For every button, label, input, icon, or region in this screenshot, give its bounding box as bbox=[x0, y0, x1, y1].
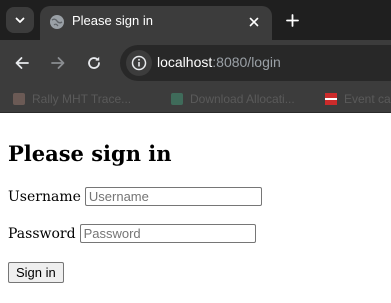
password-row: Password bbox=[8, 224, 256, 243]
address-url[interactable]: localhost:8080/login bbox=[157, 54, 281, 70]
site-info-button[interactable] bbox=[126, 50, 152, 76]
tab-strip: Please sign in bbox=[0, 0, 391, 40]
bookmark-item[interactable]: Download Allocati... bbox=[170, 92, 295, 106]
bookmark-favicon-icon bbox=[171, 93, 183, 105]
tab-search-button[interactable] bbox=[6, 7, 34, 33]
close-icon bbox=[249, 17, 259, 27]
bookmark-item[interactable]: Event ca... bbox=[324, 92, 391, 106]
username-label: Username bbox=[8, 188, 81, 205]
info-icon bbox=[131, 55, 147, 71]
browser-toolbar: localhost:8080/login bbox=[0, 40, 391, 86]
plus-icon bbox=[285, 13, 299, 27]
bookmarks-bar: Rally MHT Trace... Download Allocati... … bbox=[0, 86, 391, 113]
tab-title: Please sign in bbox=[72, 13, 153, 28]
username-row: Username bbox=[8, 187, 262, 206]
reload-button[interactable] bbox=[83, 52, 105, 74]
chevron-down-icon bbox=[15, 17, 25, 23]
password-input[interactable] bbox=[79, 224, 256, 243]
tab-close-button[interactable] bbox=[246, 14, 262, 30]
new-tab-button[interactable] bbox=[282, 10, 302, 30]
bookmark-favicon-icon bbox=[325, 93, 337, 105]
username-input[interactable] bbox=[84, 187, 262, 206]
back-button[interactable] bbox=[11, 52, 33, 74]
bookmark-label: Event ca... bbox=[344, 92, 391, 106]
sign-in-button[interactable]: Sign in bbox=[8, 262, 64, 283]
forward-button[interactable] bbox=[47, 52, 69, 74]
page-content: Please sign in Username Password Sign in bbox=[0, 113, 391, 303]
bookmark-favicon-icon bbox=[13, 93, 25, 105]
page-title: Please sign in bbox=[8, 141, 172, 166]
bookmark-item[interactable]: Rally MHT Trace... bbox=[12, 92, 131, 106]
tab-active[interactable]: Please sign in bbox=[40, 6, 272, 40]
address-bar[interactable]: localhost:8080/login bbox=[120, 45, 391, 81]
url-path: :8080/login bbox=[212, 54, 281, 70]
reload-icon bbox=[88, 56, 100, 69]
bookmark-label: Rally MHT Trace... bbox=[32, 92, 132, 106]
arrow-left-icon bbox=[15, 57, 29, 69]
globe-icon bbox=[50, 15, 64, 29]
bookmark-label: Download Allocati... bbox=[190, 92, 295, 106]
arrow-right-icon bbox=[51, 57, 65, 69]
password-label: Password bbox=[8, 225, 76, 242]
url-host: localhost bbox=[157, 54, 213, 70]
